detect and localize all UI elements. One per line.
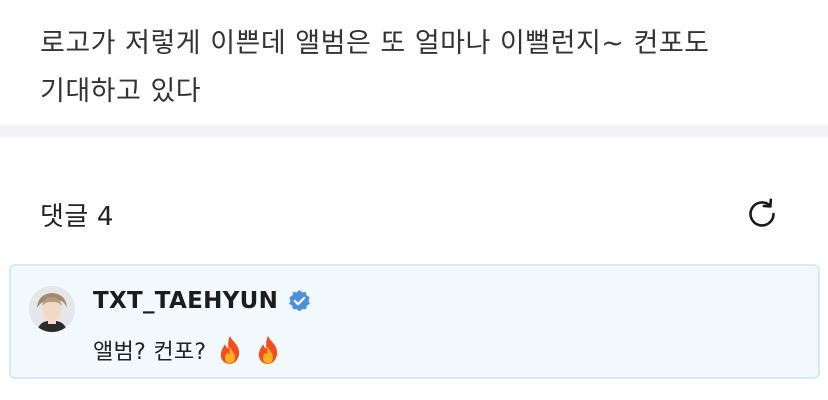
comment-text: 앨범? 컨포? <box>93 334 282 366</box>
post-text-line-2: 기대하고 있다 <box>40 76 202 107</box>
comment-body: 앨범? 컨포? <box>93 340 207 365</box>
refresh-button[interactable] <box>742 194 782 234</box>
section-divider <box>0 125 828 137</box>
comments-header: 댓글 4 <box>40 194 782 234</box>
comments-title: 댓글 4 <box>40 196 114 233</box>
post-text-line-1: 로고가 저렇게 이쁜데 앨범은 또 얼마나 이뻘런지~ 컨포도 <box>40 28 710 59</box>
fire-icon <box>221 336 240 364</box>
avatar-image <box>29 286 75 332</box>
author-name[interactable]: TXT_TAEHYUN <box>93 288 278 314</box>
comments-count: 4 <box>96 201 114 232</box>
avatar[interactable] <box>29 286 75 332</box>
verified-badge-icon <box>289 289 311 311</box>
post-body: 로고가 저렇게 이쁜데 앨범은 또 얼마나 이뻘런지~ 컨포도 기대하고 있다 <box>40 20 800 116</box>
comment-item: TXT_TAEHYUN 앨범? 컨포? <box>9 264 820 379</box>
refresh-icon <box>749 198 775 227</box>
comment-author: TXT_TAEHYUN <box>93 286 312 316</box>
comments-label: 댓글 <box>40 201 89 232</box>
fire-icon <box>259 336 278 364</box>
